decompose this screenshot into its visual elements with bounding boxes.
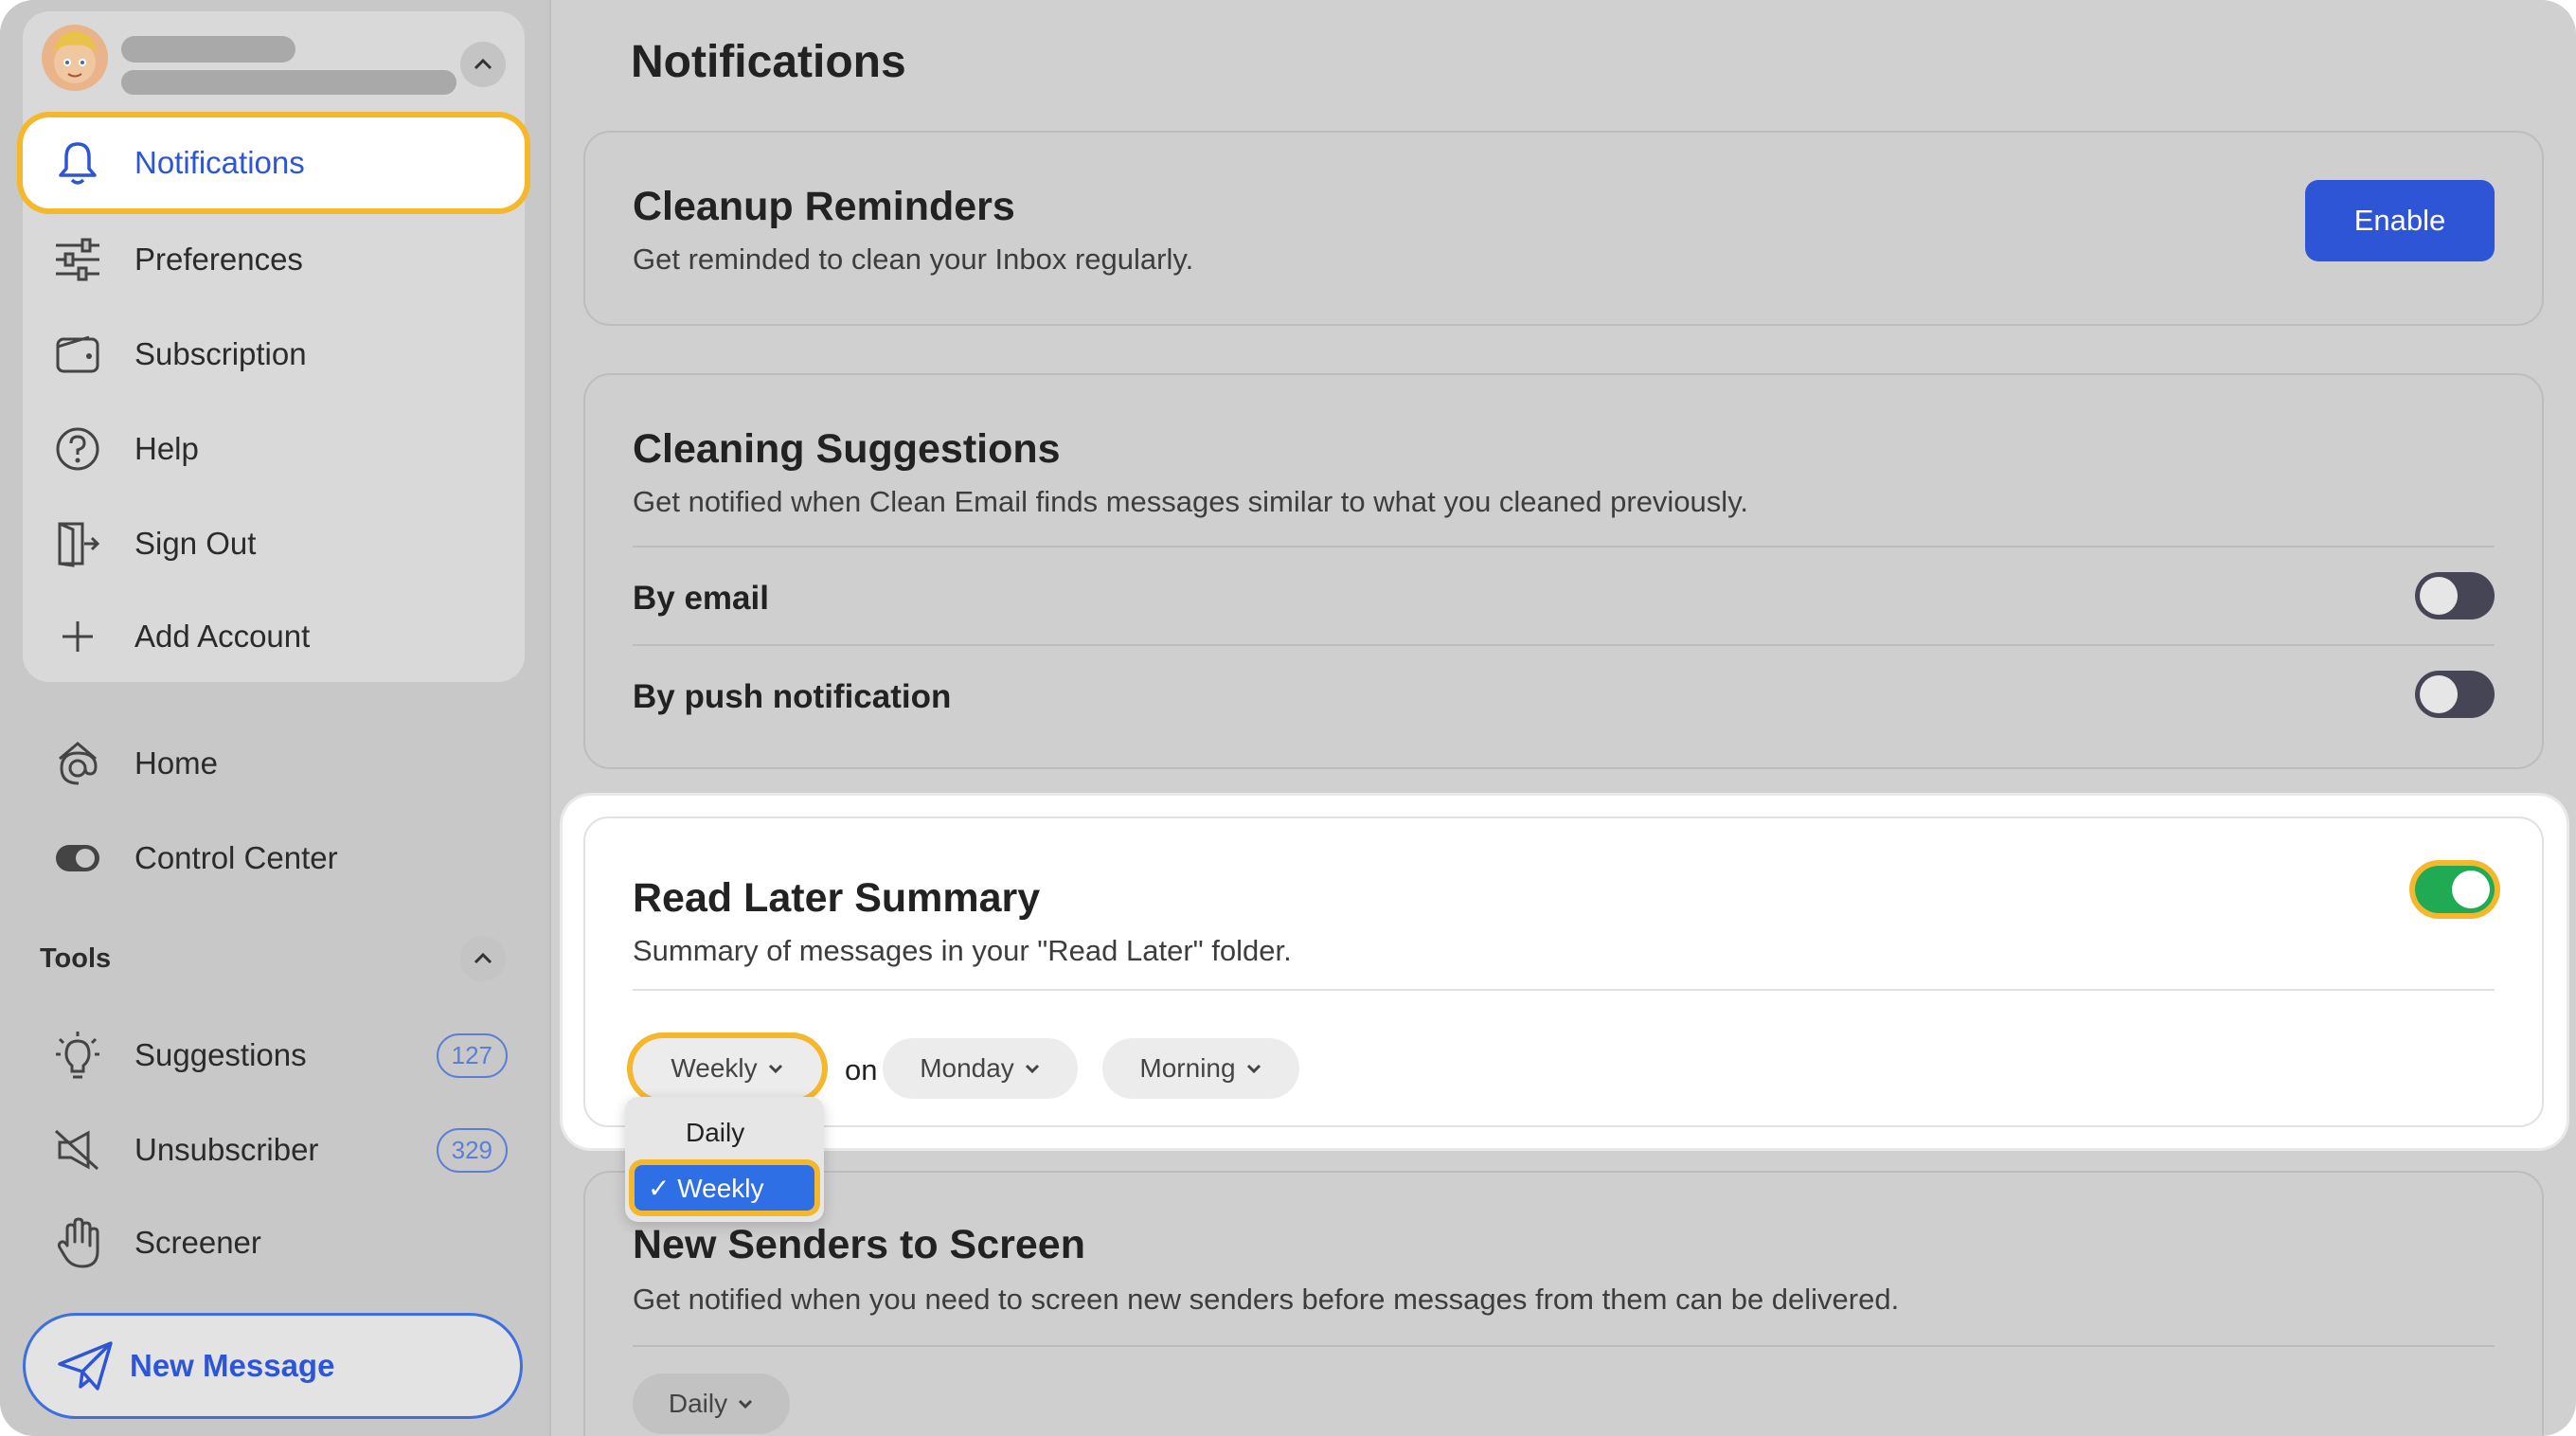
- sidebar-item-label: Preferences: [134, 242, 303, 277]
- account-email-placeholder: [121, 70, 456, 95]
- sidebar-item-home[interactable]: Home: [23, 718, 525, 809]
- day-dropdown[interactable]: Monday: [883, 1038, 1078, 1099]
- card-title: New Senders to Screen: [633, 1222, 1085, 1267]
- app-window: Notifications Preferences Subscription H…: [0, 0, 2576, 1436]
- divider: [633, 644, 2495, 646]
- by-email-toggle[interactable]: [2415, 572, 2495, 619]
- divider: [633, 546, 2495, 547]
- new-senders-frequency-dropdown[interactable]: Daily: [633, 1373, 790, 1434]
- dropdown-value: Weekly: [671, 1053, 758, 1083]
- card-title: Read Later Summary: [633, 875, 1041, 921]
- dropdown-value: Daily: [668, 1389, 728, 1418]
- by-email-label: By email: [633, 580, 769, 617]
- on-label: on: [845, 1053, 878, 1086]
- chevron-down-icon: [1245, 1063, 1262, 1074]
- tools-section-label: Tools: [40, 943, 112, 974]
- sidebar-item-subscription[interactable]: Subscription: [23, 309, 525, 400]
- enable-button[interactable]: Enable: [2305, 180, 2495, 261]
- sign-out-icon: [51, 517, 104, 570]
- sidebar-item-label: Control Center: [134, 840, 338, 875]
- sidebar-item-label: Sign Out: [134, 526, 257, 561]
- at-home-icon: [51, 737, 104, 790]
- sidebar-item-sign-out[interactable]: Sign Out: [23, 498, 525, 589]
- card-title: Cleanup Reminders: [633, 184, 1015, 229]
- sidebar-item-preferences[interactable]: Preferences: [23, 214, 525, 305]
- sidebar-item-label: Subscription: [134, 336, 307, 371]
- sidebar-item-label: Unsubscriber: [134, 1132, 319, 1167]
- frequency-dropdown-menu: Daily ✓ Weekly: [625, 1097, 824, 1222]
- sidebar-item-label: Screener: [134, 1225, 261, 1260]
- tools-collapse-button[interactable]: [460, 936, 506, 981]
- new-senders-card: New Senders to Screen Get notified when …: [583, 1171, 2544, 1436]
- by-push-toggle[interactable]: [2415, 671, 2495, 718]
- toggle-icon: [51, 832, 104, 885]
- sidebar-item-screener[interactable]: Screener: [23, 1197, 525, 1288]
- page-title: Notifications: [631, 37, 906, 87]
- chevron-down-icon: [737, 1398, 754, 1409]
- chevron-down-icon: [767, 1063, 784, 1074]
- sidebar-item-label: Help: [134, 431, 199, 466]
- question-icon: [51, 422, 104, 476]
- chevron-up-icon: [474, 952, 492, 964]
- menu-item-weekly[interactable]: ✓ Weekly: [635, 1165, 814, 1211]
- cleanup-reminders-card: Cleanup Reminders Get reminded to clean …: [583, 131, 2544, 326]
- card-description: Get notified when Clean Email finds mess…: [633, 485, 1748, 518]
- sidebar-item-label: Add Account: [134, 619, 311, 654]
- sidebar-item-suggestions[interactable]: Suggestions 127: [23, 1010, 525, 1101]
- card-description: Get reminded to clean your Inbox regular…: [633, 242, 1194, 276]
- account-name-placeholder: [121, 36, 295, 63]
- dropdown-value: Morning: [1139, 1053, 1236, 1083]
- sidebar-item-add-account[interactable]: Add Account: [23, 591, 525, 682]
- suggestions-count-badge: 127: [436, 1032, 508, 1078]
- paper-plane-icon: [56, 1339, 115, 1392]
- card-description: Get notified when you need to screen new…: [633, 1283, 1900, 1316]
- chevron-up-icon: [474, 58, 492, 70]
- sidebar-item-unsubscriber[interactable]: Unsubscriber 329: [23, 1104, 525, 1195]
- sidebar-item-help[interactable]: Help: [23, 404, 525, 494]
- sidebar: Notifications Preferences Subscription H…: [0, 0, 551, 1436]
- time-dropdown[interactable]: Morning: [1102, 1038, 1299, 1099]
- wallet-icon: [51, 328, 104, 381]
- sliders-icon: [51, 233, 104, 286]
- menu-item-daily[interactable]: Daily: [635, 1110, 814, 1156]
- sidebar-item-notifications[interactable]: Notifications: [23, 117, 525, 208]
- divider: [633, 989, 2495, 991]
- chevron-down-icon: [1024, 1063, 1041, 1074]
- new-message-label: New Message: [130, 1348, 335, 1383]
- card-description: Summary of messages in your "Read Later"…: [633, 934, 1292, 967]
- by-push-label: By push notification: [633, 678, 952, 715]
- unsubscriber-count-badge: 329: [436, 1127, 508, 1173]
- avatar[interactable]: [42, 25, 108, 91]
- read-later-toggle[interactable]: [2415, 866, 2495, 913]
- read-later-card: Read Later Summary Summary of messages i…: [583, 817, 2544, 1127]
- sidebar-item-label: Notifications: [134, 145, 305, 180]
- main-content: Notifications Cleanup Reminders Get remi…: [551, 0, 2576, 1436]
- dropdown-value: Monday: [920, 1053, 1014, 1083]
- read-later-highlight: Read Later Summary Summary of messages i…: [563, 796, 2567, 1148]
- lightbulb-icon: [51, 1029, 104, 1082]
- account-collapse-button[interactable]: [460, 42, 506, 87]
- mute-icon: [51, 1123, 104, 1176]
- divider: [633, 1345, 2495, 1347]
- hand-icon: [51, 1216, 104, 1269]
- sidebar-item-label: Home: [134, 745, 219, 781]
- sidebar-item-control-center[interactable]: Control Center: [23, 813, 525, 904]
- bell-icon: [51, 136, 104, 189]
- sidebar-item-label: Suggestions: [134, 1037, 307, 1072]
- new-message-button[interactable]: New Message: [23, 1313, 523, 1419]
- frequency-dropdown[interactable]: Weekly: [633, 1038, 822, 1099]
- cleaning-suggestions-card: Cleaning Suggestions Get notified when C…: [583, 373, 2544, 769]
- card-title: Cleaning Suggestions: [633, 426, 1061, 472]
- plus-icon: [51, 610, 104, 663]
